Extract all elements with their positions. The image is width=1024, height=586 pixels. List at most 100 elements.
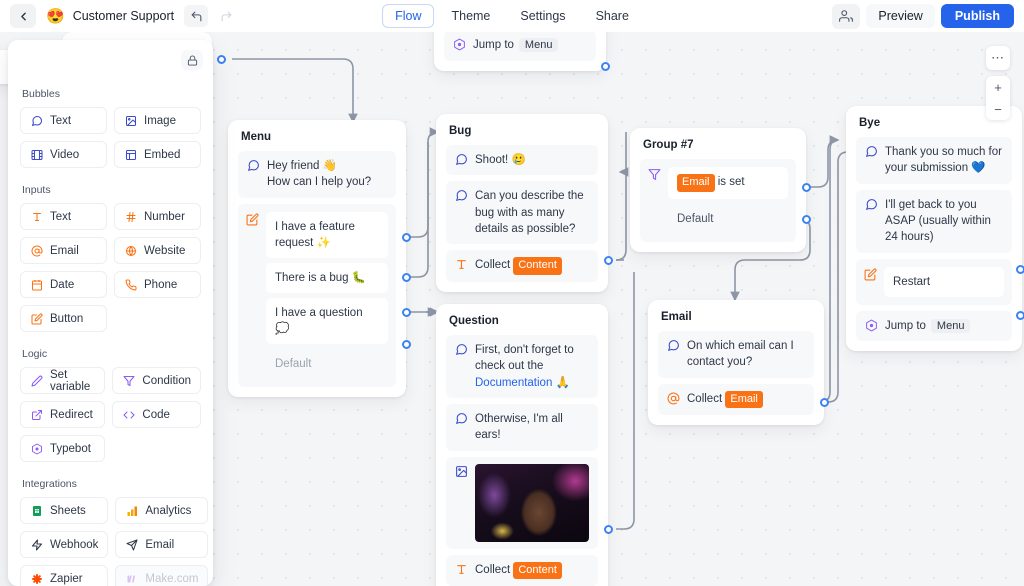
menu-choice-1[interactable]: There is a bug 🐛 xyxy=(266,262,388,293)
tab-flow[interactable]: Flow xyxy=(382,4,435,28)
preview-button[interactable]: Preview xyxy=(866,4,935,28)
bye-restart-button[interactable]: Restart xyxy=(884,266,1004,297)
block-bye-button[interactable]: Restart xyxy=(856,258,1012,305)
sidebar-label: Zapier xyxy=(50,572,83,585)
question-collect-label: Collect xyxy=(475,563,511,576)
menu-choice-default[interactable]: Default xyxy=(266,349,388,380)
documentation-link[interactable]: Documentation xyxy=(475,377,552,389)
sidebar-block-zapier[interactable]: Zapier xyxy=(20,565,109,586)
top-jump-output-handle[interactable] xyxy=(601,62,610,71)
sidebar-section-bubbles-title: Bubbles xyxy=(22,88,60,100)
block-bug-msg2[interactable]: Can you describe the bug with as many de… xyxy=(446,181,598,245)
publish-button[interactable]: Publish xyxy=(940,4,1014,28)
block-question-image[interactable] xyxy=(446,456,598,549)
sidebar-block-video[interactable]: Video xyxy=(20,141,107,168)
node-menu[interactable]: Menu Hey friend 👋 How can I help you? I … xyxy=(228,120,406,398)
node-group7[interactable]: Group #7 Email is set Default xyxy=(630,128,806,252)
sidebar-block-embed[interactable]: Embed xyxy=(114,141,201,168)
menu-choice-2[interactable]: I have a question 💭 xyxy=(266,297,388,345)
bye-jump-handle[interactable] xyxy=(1016,311,1024,320)
chat-bubble-icon xyxy=(865,145,878,159)
node-question[interactable]: Question First, don't forget to check ou… xyxy=(436,304,608,586)
sidebar-lock-button[interactable] xyxy=(181,50,203,70)
bug-collect-variable: Content xyxy=(513,257,562,275)
zoom-out-button[interactable]: − xyxy=(986,98,1010,120)
block-email-collect[interactable]: Collect Email xyxy=(658,383,814,416)
menu-choice-1-handle[interactable] xyxy=(402,273,411,282)
sidebar-block-text-input[interactable]: Text xyxy=(20,203,107,230)
block-menu-greeting[interactable]: Hey friend 👋 How can I help you? xyxy=(238,151,396,198)
sidebar-block-text-bubble[interactable]: Text xyxy=(20,107,107,134)
email-output-handle[interactable] xyxy=(820,398,829,407)
top-toolbar: 😍 Customer Support Flow Theme Settings S… xyxy=(0,0,1024,32)
sidebar-section-integrations: Sheets Analytics Webhook Email Zapier Ma… xyxy=(20,497,209,586)
redo-button[interactable] xyxy=(214,5,238,27)
jump-label-top: Jump to xyxy=(473,39,514,51)
back-button[interactable] xyxy=(10,4,36,28)
sidebar-block-email-integration[interactable]: Email xyxy=(115,531,209,558)
block-menu-choices[interactable]: I have a feature request ✨ There is a bu… xyxy=(238,203,396,388)
zoom-in-button[interactable]: + xyxy=(986,76,1010,98)
group7-default-handle[interactable] xyxy=(802,215,811,224)
sidebar-block-image[interactable]: Image xyxy=(114,107,201,134)
chat-bubble-icon xyxy=(865,198,878,212)
menu-choice-0[interactable]: I have a feature request ✨ xyxy=(266,211,388,258)
sidebar-block-phone-input[interactable]: Phone xyxy=(114,271,201,298)
group7-branch-handle[interactable] xyxy=(802,183,811,192)
block-group7-condition[interactable]: Email is set Default xyxy=(640,159,796,242)
sidebar-block-set-variable[interactable]: Set variable xyxy=(20,367,106,394)
node-menu-title: Menu xyxy=(241,131,272,143)
sidebar-block-analytics[interactable]: Analytics xyxy=(115,497,209,524)
block-question-msg2[interactable]: Otherwise, I'm all ears! xyxy=(446,403,598,451)
menu-choice-default-handle[interactable] xyxy=(402,340,411,349)
tab-settings[interactable]: Settings xyxy=(507,4,578,28)
sidebar-block-condition[interactable]: Condition xyxy=(112,367,201,394)
node-email[interactable]: Email On which email can I contact you? … xyxy=(648,300,824,426)
block-bug-collect[interactable]: Collect Content xyxy=(446,250,598,282)
sidebar-label: Condition xyxy=(142,374,191,387)
block-bye-msg2[interactable]: I'll get back to you ASAP (usually withi… xyxy=(856,189,1012,253)
sidebar-block-date-input[interactable]: Date xyxy=(20,271,107,298)
undo-icon xyxy=(191,11,201,21)
tab-share[interactable]: Share xyxy=(583,4,642,28)
sidebar-block-webhook[interactable]: Webhook xyxy=(20,531,109,558)
globe-icon xyxy=(124,244,137,257)
block-question-msg1[interactable]: First, don't forget to check out the Doc… xyxy=(446,335,598,398)
node-bye[interactable]: Bye Thank you so much for your submissio… xyxy=(846,106,1022,352)
sidebar-block-typebot[interactable]: Typebot xyxy=(20,435,106,462)
block-email-msg1[interactable]: On which email can I contact you? xyxy=(658,331,814,378)
group7-condition-row[interactable]: Email is set xyxy=(668,167,788,199)
block-bug-msg1[interactable]: Shoot! 🥲 xyxy=(446,145,598,176)
menu-choice-2-handle[interactable] xyxy=(402,308,411,317)
sidebar-block-sheets[interactable]: Sheets xyxy=(20,497,109,524)
sidebar-block-website-input[interactable]: Website xyxy=(114,237,201,264)
group7-condition-variable: Email xyxy=(677,174,715,192)
bug-msg2-text: Can you describe the bug with as many de… xyxy=(475,190,584,235)
block-question-collect[interactable]: Collect Content xyxy=(446,554,598,586)
start-output-handle[interactable] xyxy=(217,55,226,64)
undo-button[interactable] xyxy=(184,5,209,27)
tab-theme[interactable]: Theme xyxy=(438,4,503,28)
menu-choice-0-handle[interactable] xyxy=(402,233,411,242)
group7-condition-default[interactable]: Default xyxy=(668,203,788,234)
sidebar-block-button-input[interactable]: Button xyxy=(20,305,107,332)
sidebar-block-number-input[interactable]: Number xyxy=(114,203,201,230)
question-image-gif xyxy=(475,463,589,542)
collaborators-button[interactable] xyxy=(832,3,861,29)
node-bug[interactable]: Bug Shoot! 🥲 Can you describe the bug wi… xyxy=(436,114,608,292)
chat-bubble-icon xyxy=(455,412,468,426)
bye-restart-handle[interactable] xyxy=(1016,265,1024,274)
block-jump-top[interactable]: Jump to Menu xyxy=(444,32,596,61)
sidebar-block-code[interactable]: Code xyxy=(112,401,201,428)
question-output-handle[interactable] xyxy=(604,525,613,534)
typebot-editor: 😍 Customer Support Flow Theme Settings S… xyxy=(0,0,1024,586)
block-bye-msg1[interactable]: Thank you so much for your submission 💙 xyxy=(856,137,1012,184)
sidebar-block-redirect[interactable]: Redirect xyxy=(20,401,106,428)
bye-button-list: Restart xyxy=(884,266,1004,297)
bug-output-handle[interactable] xyxy=(604,256,613,265)
sidebar-label: Number xyxy=(144,210,185,223)
block-bye-jump[interactable]: Jump to Menu xyxy=(856,310,1012,342)
sidebar-block-email-input[interactable]: Email xyxy=(20,237,107,264)
node-top-group[interactable]: Jump to Menu xyxy=(434,32,606,71)
canvas-more-button[interactable]: ⋯ xyxy=(986,46,1010,70)
